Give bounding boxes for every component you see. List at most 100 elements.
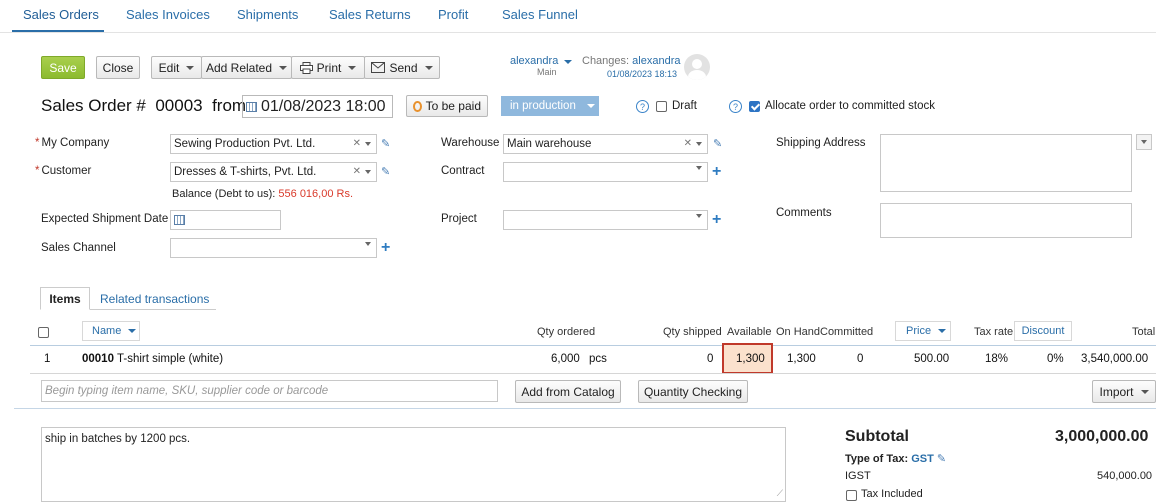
chevron-down-icon	[186, 65, 195, 70]
available-cell: 1,300	[736, 353, 765, 365]
chevron-down-icon	[365, 141, 371, 146]
comments-field[interactable]	[880, 203, 1132, 238]
item-sku: 00010	[82, 353, 114, 365]
customer-select[interactable]: Dresses & T-shirts, Pvt. Ltd. ✕	[170, 162, 377, 182]
table-header-divider	[30, 345, 1156, 346]
chevron-down-icon	[1141, 140, 1147, 144]
my-company-label: * My Company	[35, 137, 110, 149]
price-sort-header[interactable]: Price	[895, 321, 951, 341]
tab-sales-returns[interactable]: Sales Returns	[329, 7, 411, 22]
type-of-tax: Type of Tax: GST ✎	[845, 453, 947, 465]
total-cell: 3,540,000.00	[1081, 353, 1149, 365]
chevron-down-icon	[586, 104, 595, 108]
sales-channel-label: Sales Channel	[41, 242, 116, 254]
igst-label: IGST	[845, 470, 871, 482]
discount-cell[interactable]: 0%	[1047, 353, 1064, 365]
edit-pencil-icon[interactable]: ✎	[381, 137, 390, 150]
clear-icon[interactable]: ✕	[353, 166, 361, 177]
item-search-input[interactable]: Begin typing item name, SKU, supplier co…	[41, 380, 498, 402]
my-company-select[interactable]: Sewing Production Pvt. Ltd. ✕	[170, 134, 377, 154]
chevron-down-icon	[348, 65, 357, 70]
edit-pencil-icon[interactable]: ✎	[937, 453, 946, 465]
warehouse-select[interactable]: Main warehouse ✕	[503, 134, 708, 154]
tab-items[interactable]: Items	[40, 287, 90, 310]
save-button[interactable]: Save	[41, 56, 85, 79]
unit-cell: pcs	[589, 353, 607, 365]
payment-status-button[interactable]: To be paid	[406, 95, 488, 117]
contract-select[interactable]	[503, 162, 708, 182]
status-dropdown[interactable]: in production	[501, 96, 599, 116]
add-icon[interactable]: +	[712, 212, 721, 228]
select-all-checkbox[interactable]	[38, 327, 49, 338]
qty-ordered-header: Qty ordered	[537, 326, 596, 338]
help-icon[interactable]: ?	[636, 100, 649, 113]
user-sub: Main	[537, 67, 557, 77]
expected-shipment-field[interactable]	[170, 210, 281, 230]
shipping-address-label: Shipping Address	[776, 137, 866, 149]
draft-checkbox[interactable]	[656, 101, 667, 112]
tax-cell[interactable]: 18%	[985, 353, 1008, 365]
tab-profit[interactable]: Profit	[438, 7, 468, 22]
page-title: Sales Order # 00003 from	[41, 96, 247, 115]
resize-handle-icon[interactable]: ⟋	[777, 488, 783, 499]
tax-included-checkbox[interactable]	[846, 490, 857, 501]
close-button[interactable]: Close	[96, 56, 140, 79]
user-name: alexandra	[510, 55, 559, 67]
shipping-address-dropdown[interactable]	[1136, 134, 1152, 150]
tab-baseline	[90, 309, 216, 310]
qty-ordered-cell[interactable]: 6,000	[551, 353, 580, 365]
balance-text: Balance (Debt to us): 556 016,00 Rs.	[172, 188, 354, 200]
comments-label: Comments	[776, 207, 832, 219]
tab-sales-funnel[interactable]: Sales Funnel	[502, 7, 578, 22]
chevron-down-icon	[365, 242, 371, 246]
tax-included-label: Tax Included	[861, 488, 923, 500]
price-cell[interactable]: 500.00	[914, 353, 949, 365]
allocate-checkbox[interactable]	[749, 101, 760, 112]
avatar[interactable]	[684, 54, 710, 80]
shipping-address-field[interactable]	[880, 134, 1132, 192]
envelope-icon	[371, 62, 386, 73]
project-select[interactable]	[503, 210, 708, 230]
tab-shipments[interactable]: Shipments	[237, 7, 298, 22]
add-icon[interactable]: +	[712, 164, 721, 180]
edit-button[interactable]: Edit	[151, 56, 202, 79]
qty-shipped-cell: 0	[707, 353, 714, 365]
quantity-checking-button[interactable]: Quantity Checking	[638, 380, 748, 403]
changes-user[interactable]: alexandra	[632, 55, 680, 67]
clear-icon[interactable]: ✕	[684, 138, 692, 149]
on-hand-header: On Hand	[776, 326, 821, 338]
name-sort-header[interactable]: Name	[82, 321, 140, 341]
item-name[interactable]: 00010 T-shirt simple (white)	[82, 353, 223, 365]
draft-label: Draft	[672, 100, 697, 112]
tab-sales-invoices[interactable]: Sales Invoices	[126, 7, 210, 22]
add-related-button[interactable]: Add Related	[201, 56, 292, 79]
clear-icon[interactable]: ✕	[353, 138, 361, 149]
import-button[interactable]: Import	[1092, 380, 1156, 403]
send-button[interactable]: Send	[364, 56, 440, 79]
tax-type-link[interactable]: GST	[911, 453, 934, 465]
calendar-icon	[174, 215, 185, 225]
user-selector[interactable]: alexandra	[510, 55, 573, 67]
tax-rate-header: Tax rate	[974, 326, 1014, 338]
tab-sales-orders[interactable]: Sales Orders	[23, 7, 99, 22]
edit-pencil-icon[interactable]: ✎	[713, 137, 722, 150]
subtotal-label: Subtotal	[845, 428, 909, 445]
expected-shipment-label: Expected Shipment Date	[41, 213, 169, 225]
add-from-catalog-button[interactable]: Add from Catalog	[515, 380, 621, 403]
edit-pencil-icon[interactable]: ✎	[381, 165, 390, 178]
on-hand-cell: 1,300	[787, 353, 816, 365]
customer-label: * Customer	[35, 165, 92, 177]
contract-label: Contract	[441, 165, 485, 177]
chevron-down-icon	[696, 141, 702, 146]
help-icon[interactable]: ?	[729, 100, 742, 113]
section-divider	[14, 408, 1156, 409]
notes-field[interactable]: ship in batches by 1200 pcs. ⟋	[41, 427, 786, 502]
sales-channel-select[interactable]	[170, 238, 377, 258]
chevron-down-icon	[365, 169, 371, 174]
printer-icon	[299, 61, 313, 74]
tab-related-transactions[interactable]: Related transactions	[100, 292, 209, 306]
discount-header[interactable]: Discount	[1014, 321, 1072, 341]
order-date-field[interactable]: 01/08/2023 18:00	[242, 95, 393, 118]
print-button[interactable]: Print	[291, 56, 365, 79]
add-icon[interactable]: +	[381, 240, 390, 256]
